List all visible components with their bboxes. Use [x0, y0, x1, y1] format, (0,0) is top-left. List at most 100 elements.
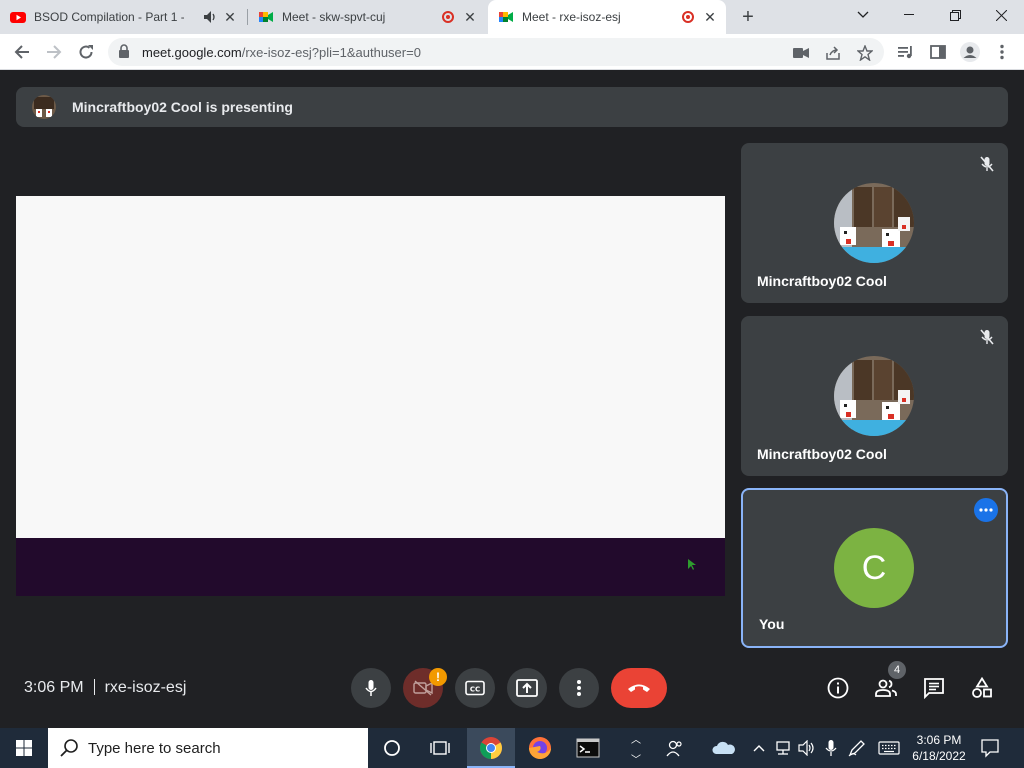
windows-logo-icon [16, 740, 32, 756]
tab-close-icon[interactable]: ✕ [222, 9, 238, 25]
forward-button[interactable] [42, 40, 66, 64]
speaker-icon[interactable] [204, 11, 218, 23]
tab-close-icon[interactable]: ✕ [462, 9, 478, 25]
share-icon[interactable] [824, 44, 842, 62]
more-options-button[interactable] [559, 668, 599, 708]
mic-off-icon [976, 326, 998, 348]
meeting-details-button[interactable] [826, 676, 850, 700]
participant-tile[interactable]: Mincraftboy02 Cool [741, 143, 1008, 303]
restore-button[interactable] [932, 0, 978, 30]
people-icon [875, 679, 897, 697]
participant-tile[interactable]: Mincraftboy02 Cool [741, 316, 1008, 476]
browser-toolbar: meet.google.com/rxe-isoz-esj?pli=1&authu… [0, 34, 1024, 70]
tab-separator [247, 9, 248, 25]
terminal-taskbar-button[interactable] [564, 728, 612, 768]
windows-taskbar: Type here to search ︿ ﹀ 3:06 PM 6/18/202… [0, 728, 1024, 768]
system-date: 6/18/2022 [912, 749, 966, 763]
shared-screen[interactable] [16, 196, 725, 596]
meeting-code: rxe-isoz-esj [104, 679, 187, 696]
media-control-icon[interactable] [896, 42, 916, 62]
cortana-button[interactable] [368, 728, 416, 768]
task-view-button[interactable] [416, 728, 464, 768]
presenting-text: Mincraftboy02 Cool is presenting [72, 99, 293, 115]
browser-tab-strip: BSOD Compilation - Part 1 - ✕ Meet - skw… [0, 0, 1024, 34]
tab-close-icon[interactable]: ✕ [702, 9, 718, 25]
pen-workspace-icon[interactable] [848, 739, 866, 757]
browser-menu-icon[interactable] [992, 42, 1012, 62]
captions-button[interactable]: CC [455, 668, 495, 708]
chevron-up-icon[interactable]: ︿ [631, 731, 641, 746]
self-tile[interactable]: C You [741, 488, 1008, 648]
self-avatar: C [834, 528, 914, 608]
recording-icon [682, 11, 694, 23]
tile-more-options-button[interactable] [974, 498, 998, 522]
reload-button[interactable] [74, 40, 98, 64]
closed-captions-icon: CC [465, 680, 485, 696]
participant-avatar [834, 183, 914, 263]
url-text: meet.google.com/rxe-isoz-esj?pli=1&authu… [142, 45, 421, 60]
hang-up-icon [628, 684, 650, 692]
reload-icon [79, 45, 93, 59]
touch-keyboard-icon[interactable] [878, 739, 900, 757]
meeting-time: 3:06 PM [24, 679, 84, 696]
forward-arrow-icon [47, 45, 62, 59]
bookmark-star-icon[interactable] [856, 44, 874, 62]
chevron-down-icon[interactable]: ﹀ [631, 751, 641, 766]
firefox-taskbar-button[interactable] [516, 728, 564, 768]
participant-name: Mincraftboy02 Cool [757, 273, 887, 289]
close-window-button[interactable] [978, 0, 1024, 30]
notification-center-button[interactable] [980, 738, 1000, 758]
people-button[interactable] [874, 676, 898, 700]
minimize-icon [904, 14, 914, 15]
task-view-icon [430, 741, 450, 755]
taskbar-search-box[interactable]: Type here to search [48, 728, 368, 768]
chrome-taskbar-button[interactable] [467, 728, 515, 768]
chat-icon [924, 678, 944, 699]
volume-icon[interactable] [798, 739, 816, 757]
people-tray-icon[interactable] [666, 739, 684, 757]
chat-button[interactable] [922, 676, 946, 700]
activities-button[interactable] [970, 676, 994, 700]
tab-meet-rxe[interactable]: Meet - rxe-isoz-esj ✕ [488, 0, 726, 34]
tab-search-button[interactable] [840, 0, 886, 30]
taskbar-overflow-scroll[interactable]: ︿ ﹀ [626, 728, 646, 768]
recording-icon [442, 11, 454, 23]
close-icon [995, 9, 1007, 21]
participant-name: Mincraftboy02 Cool [757, 446, 887, 462]
address-bar[interactable]: meet.google.com/rxe-isoz-esj?pli=1&authu… [108, 38, 884, 66]
present-now-button[interactable] [507, 668, 547, 708]
cortana-icon [384, 740, 400, 756]
tab-youtube[interactable]: BSOD Compilation - Part 1 - ✕ [10, 0, 246, 34]
camera-warning-badge: ! [429, 668, 447, 686]
present-screen-icon [516, 679, 538, 697]
show-hidden-icons-button[interactable] [750, 739, 768, 757]
network-icon[interactable] [774, 739, 792, 757]
side-panel-icon[interactable] [928, 42, 948, 62]
new-tab-button[interactable]: + [736, 5, 760, 29]
chrome-icon [480, 737, 502, 759]
shared-screen-bottom-bar [16, 538, 725, 596]
camera-permission-icon[interactable] [792, 44, 810, 62]
microphone-icon [365, 680, 377, 696]
firefox-icon [529, 737, 551, 759]
onedrive-icon[interactable] [712, 739, 736, 757]
system-clock[interactable]: 3:06 PM 6/18/2022 [906, 732, 972, 764]
url-host: meet.google.com [142, 45, 242, 60]
back-button[interactable] [10, 40, 34, 64]
mouse-cursor-icon [688, 559, 696, 570]
participant-avatar [834, 356, 914, 436]
leave-call-button[interactable] [611, 668, 667, 708]
search-placeholder: Type here to search [88, 740, 221, 757]
minimize-button[interactable] [886, 0, 932, 30]
tab-meet-skw[interactable]: Meet - skw-spvt-cuj ✕ [258, 0, 486, 34]
profile-avatar-icon[interactable] [960, 42, 980, 62]
start-button[interactable] [0, 728, 48, 768]
command-prompt-icon [576, 738, 600, 758]
microphone-button[interactable] [351, 668, 391, 708]
tab-title: Meet - skw-spvt-cuj [282, 10, 386, 24]
url-path: /rxe-isoz-esj?pli=1&authuser=0 [241, 45, 421, 60]
people-count-badge: 4 [888, 661, 906, 679]
microphone-in-use-icon[interactable] [822, 739, 840, 757]
lock-icon[interactable] [118, 44, 130, 59]
more-vertical-icon [577, 680, 581, 696]
